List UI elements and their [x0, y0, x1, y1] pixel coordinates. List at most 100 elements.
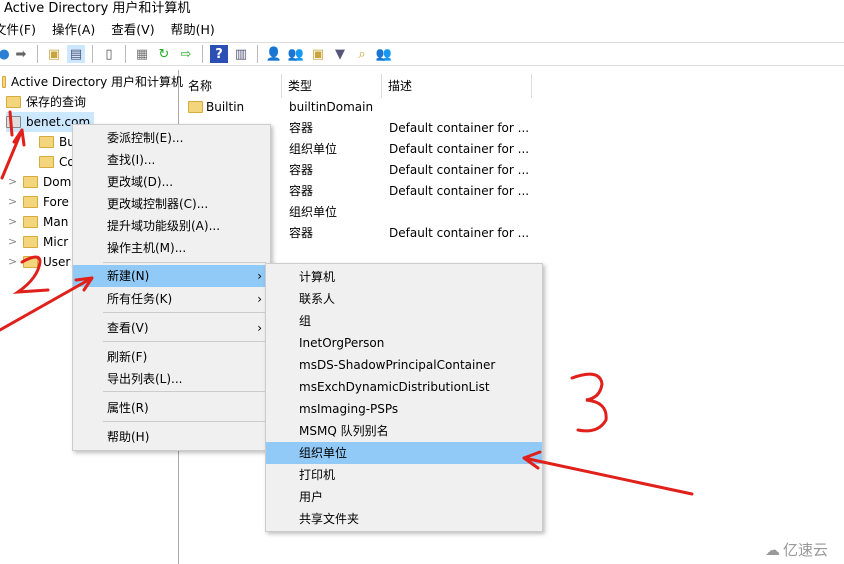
menu-item-label: 操作主机(M)...: [107, 241, 187, 255]
folder-icon: [6, 96, 21, 108]
folder-icon: [23, 196, 38, 208]
clipboard-icon[interactable]: ▯: [100, 45, 118, 63]
menu-separator: [103, 312, 266, 313]
context-menu-item[interactable]: 查找(I)...: [73, 149, 270, 171]
context-menu-item[interactable]: 所有任务(K) ›: [73, 288, 270, 310]
tree-child[interactable]: > Fore: [8, 192, 69, 212]
cloud-logo-icon: ☁: [764, 540, 780, 559]
export-icon[interactable]: ⇨: [177, 45, 195, 63]
context-menu-item[interactable]: 导出列表(L)...: [73, 368, 270, 390]
chevron-right-icon[interactable]: >: [8, 172, 18, 192]
chevron-right-icon[interactable]: >: [8, 192, 18, 212]
chevron-right-icon[interactable]: >: [8, 232, 18, 252]
menu-help[interactable]: 帮助(H): [171, 19, 215, 38]
tree-root[interactable]: Active Directory 用户和计算机: [2, 72, 183, 92]
console-icon[interactable]: ▥: [232, 45, 250, 63]
show-tree-icon[interactable]: ▤: [67, 45, 85, 63]
menu-item-label: 导出列表(L)...: [107, 372, 183, 386]
submenu-item[interactable]: 打印机: [266, 464, 542, 486]
filter-icon[interactable]: ▼: [331, 45, 349, 63]
chevron-right-icon: ›: [257, 321, 262, 335]
submenu-item[interactable]: 组织单位: [266, 442, 542, 464]
menu-action[interactable]: 操作(A): [52, 19, 95, 38]
context-menu-item[interactable]: 更改域(D)...: [73, 171, 270, 193]
cell-type[interactable]: 组织单位: [289, 202, 337, 222]
tree-label: User: [43, 255, 71, 269]
submenu-item[interactable]: InetOrgPerson: [266, 332, 542, 354]
submenu-item[interactable]: MSMQ 队列别名: [266, 420, 542, 442]
menu-item-label: 查找(I)...: [107, 153, 156, 167]
new-user-icon[interactable]: 👤: [265, 45, 283, 63]
find-icon[interactable]: ⌕: [353, 45, 371, 63]
new-ou-icon[interactable]: ▣: [309, 45, 327, 63]
menu-item-label: 提升域功能级别(A)...: [107, 219, 221, 233]
tree-saved-queries[interactable]: 保存的查询: [6, 92, 86, 112]
submenu-item[interactable]: msImaging-PSPs: [266, 398, 542, 420]
chevron-right-icon: ›: [257, 269, 262, 283]
menu-item-label: 刷新(F): [107, 350, 148, 364]
submenu-item[interactable]: 共享文件夹: [266, 508, 542, 530]
cell-type[interactable]: 容器: [289, 118, 313, 138]
chevron-right-icon: ›: [257, 292, 262, 306]
up-folder-icon[interactable]: ▣: [45, 45, 63, 63]
submenu-item[interactable]: 联系人: [266, 288, 542, 310]
context-menu-item[interactable]: 委派控制(E)...: [73, 127, 270, 149]
menu-separator: [103, 421, 266, 422]
forward-icon[interactable]: ➡: [12, 45, 30, 63]
properties-icon[interactable]: ▦: [133, 45, 151, 63]
help-icon[interactable]: ?: [210, 45, 228, 63]
tree-child[interactable]: > Man: [8, 212, 68, 232]
submenu-item[interactable]: msDS-ShadowPrincipalContainer: [266, 354, 542, 376]
folder-icon: [23, 256, 38, 268]
column-header-desc[interactable]: 描述: [382, 74, 532, 98]
menu-file[interactable]: 文件(F): [0, 19, 36, 38]
context-menu-item[interactable]: 更改域控制器(C)...: [73, 193, 270, 215]
menu-item-label: 查看(V): [107, 321, 149, 335]
context-menu-item[interactable]: 提升域功能级别(A)...: [73, 215, 270, 237]
tree-label: 保存的查询: [26, 95, 87, 109]
cell-desc[interactable]: Default container for ...: [389, 160, 529, 180]
folder-icon: [39, 156, 54, 168]
cell-type[interactable]: 容器: [289, 223, 313, 243]
ad-icon: [2, 76, 6, 88]
column-header-name[interactable]: 名称: [182, 74, 282, 98]
tree-label: Fore: [43, 195, 69, 209]
context-menu-item[interactable]: 新建(N) ›: [73, 265, 270, 287]
cell-type[interactable]: 容器: [289, 181, 313, 201]
tree-child[interactable]: > User: [8, 252, 70, 272]
context-menu-item[interactable]: 操作主机(M)...: [73, 237, 270, 259]
column-header-type[interactable]: 类型: [282, 74, 382, 98]
tree-child[interactable]: > Dom: [8, 172, 71, 192]
menu-item-label: 帮助(H): [107, 430, 150, 444]
submenu-item[interactable]: 计算机: [266, 266, 542, 288]
back-icon[interactable]: ●: [0, 45, 10, 63]
tree-root-label: Active Directory 用户和计算机: [11, 75, 184, 89]
menu-item-label: 新建(N): [107, 269, 150, 283]
ou-icon: [23, 236, 38, 248]
watermark: ☁ 亿速云: [765, 539, 828, 560]
submenu-item[interactable]: 组: [266, 310, 542, 332]
chevron-right-icon[interactable]: >: [8, 212, 18, 232]
cell-name[interactable]: Builtin: [206, 97, 244, 117]
submenu-item[interactable]: 用户: [266, 486, 542, 508]
tree-child[interactable]: > Micr: [8, 232, 68, 252]
context-menu-item[interactable]: 查看(V) ›: [73, 317, 270, 339]
cell-desc[interactable]: Default container for ...: [389, 139, 529, 159]
cell-desc[interactable]: Default container for ...: [389, 118, 529, 138]
submenu-item[interactable]: msExchDynamicDistributionList: [266, 376, 542, 398]
context-menu-item[interactable]: 属性(R): [73, 397, 270, 419]
cell-desc[interactable]: Default container for ...: [389, 181, 529, 201]
refresh-icon[interactable]: ↻: [155, 45, 173, 63]
cell-type[interactable]: 组织单位: [289, 139, 337, 159]
new-submenu: 计算机 联系人组 InetOrgPerson msDS-ShadowPrincipal…: [265, 263, 543, 532]
chevron-right-icon[interactable]: >: [8, 252, 18, 272]
context-menu-item[interactable]: 刷新(F): [73, 346, 270, 368]
context-menu-item[interactable]: 帮助(H): [73, 426, 270, 448]
cell-type[interactable]: 容器: [289, 160, 313, 180]
add-to-group-icon[interactable]: 👥: [375, 45, 393, 63]
new-group-icon[interactable]: 👥: [287, 45, 305, 63]
watermark-text: 亿速云: [782, 541, 828, 559]
cell-type[interactable]: builtinDomain: [289, 97, 373, 117]
cell-desc[interactable]: Default container for ...: [389, 223, 529, 243]
menu-view[interactable]: 查看(V): [111, 19, 154, 38]
